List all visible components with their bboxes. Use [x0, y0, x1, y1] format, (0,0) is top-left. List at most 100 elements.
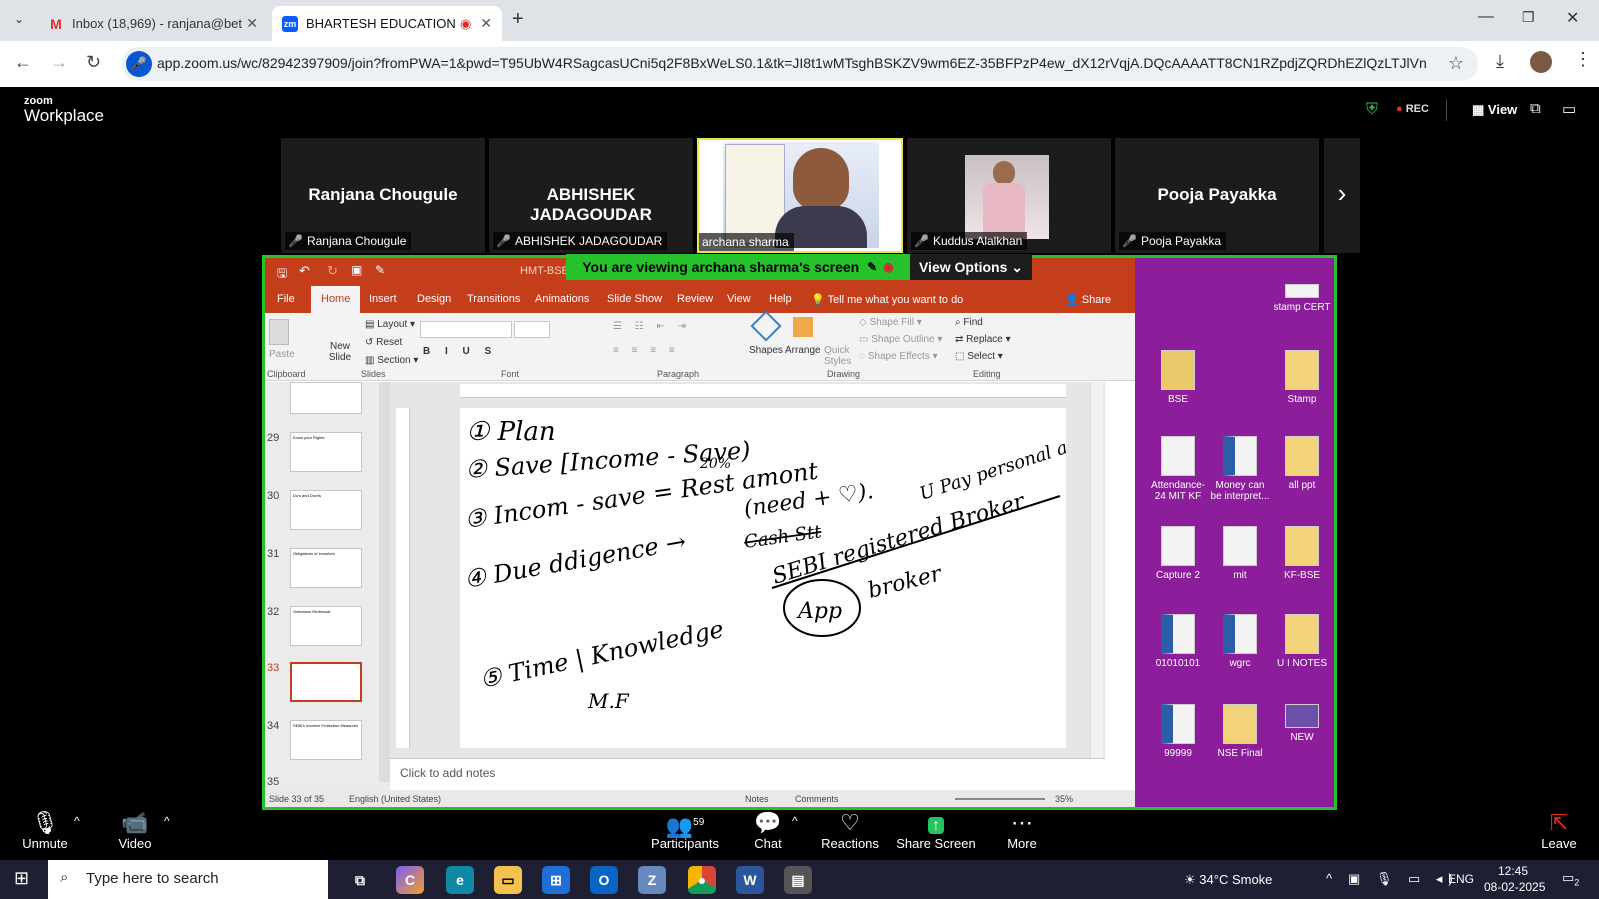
tell-me-box[interactable]: 💡 Tell me what you want to do — [811, 293, 963, 306]
restore-icon[interactable]: ❐ — [1522, 9, 1535, 26]
new-tab-button[interactable]: + — [512, 8, 524, 31]
align-buttons[interactable]: ≡ ≡ ≡ ≡ — [613, 345, 680, 356]
participant-tile[interactable]: ABHISHEK JADAGOUDAR 🎤 ABHISHEK JADAGOUDAR — [489, 138, 693, 253]
canvas-scrollbar[interactable] — [1090, 382, 1103, 767]
minimize-icon[interactable]: — — [1478, 8, 1494, 26]
word-icon[interactable]: W — [736, 866, 764, 894]
weather[interactable]: ☀ 34°C Smoke — [1184, 872, 1272, 888]
popout-icon[interactable]: ⧉ — [1530, 100, 1541, 117]
address-bar[interactable]: 🎤 app.zoom.us/wc/82942397909/join?fromPW… — [122, 47, 1478, 81]
close-window-icon[interactable]: ✕ — [1566, 8, 1579, 28]
chevron-up-icon[interactable]: ^ — [74, 814, 80, 828]
menu-view[interactable]: View — [727, 293, 751, 305]
task-view-icon[interactable]: ⧉ — [346, 866, 374, 894]
shield-icon[interactable]: ⛨ — [1366, 101, 1378, 119]
desktop-icon[interactable]: all ppt — [1271, 436, 1333, 491]
fullscreen-icon[interactable]: ▭ — [1562, 100, 1576, 118]
desktop-icon[interactable]: Capture 2 — [1147, 526, 1209, 581]
participant-tile[interactable]: Pooja Payakka 🎤 Pooja Payakka — [1115, 138, 1319, 253]
file-explorer-icon[interactable]: ▭ — [494, 866, 522, 894]
outlook-icon[interactable]: O — [590, 866, 618, 894]
slide-thumbnail-selected[interactable] — [290, 662, 362, 702]
menu-design[interactable]: Design — [417, 293, 451, 305]
reactions-button[interactable]: ♡ Reactions — [818, 810, 882, 851]
notes-toggle[interactable]: Notes — [745, 794, 769, 804]
notification-icon[interactable]: ▭2 — [1562, 870, 1579, 888]
slide-thumbnail[interactable]: Obligations of Investors — [290, 548, 362, 588]
tray-chevron-icon[interactable]: ^ — [1326, 871, 1332, 886]
shape-outline-button[interactable]: ▭ Shape Outline ▾ — [859, 334, 942, 345]
quick-styles-button[interactable]: Quick Styles — [824, 345, 854, 367]
bookmark-star-icon[interactable]: ☆ — [1448, 53, 1464, 74]
chat-button[interactable]: 💬 Chat — [748, 810, 788, 851]
slide[interactable]: ① Plan ② Save [Income - Save) 20% ③ Inco… — [460, 408, 1066, 748]
chevron-up-icon[interactable]: ^ — [164, 814, 170, 828]
desktop-icon[interactable]: mit — [1209, 526, 1271, 581]
edge-icon[interactable]: e — [446, 866, 474, 894]
desktop-icon[interactable]: Stamp — [1271, 350, 1333, 405]
desktop-icon[interactable]: Attendance-24 MIT KF — [1147, 436, 1209, 502]
clock-date[interactable]: 08-02-2025 — [1484, 880, 1545, 894]
desktop-icon[interactable]: KF-BSE — [1271, 526, 1333, 581]
shape-fill-button[interactable]: ◇ Shape Fill ▾ — [859, 317, 922, 328]
store-icon[interactable]: ⊞ — [542, 866, 570, 894]
forward-icon[interactable]: → — [50, 52, 68, 73]
desktop-icon[interactable]: NSE Final — [1209, 704, 1271, 759]
zoom-app-icon[interactable]: Z — [638, 866, 666, 894]
tray-icons[interactable]: ▣ 🎙 ▭ ◂) — [1348, 871, 1459, 887]
share-screen-button[interactable]: ↑ Share Screen — [894, 810, 978, 851]
back-icon[interactable]: ← — [14, 52, 32, 73]
replace-button[interactable]: ⇄ Replace ▾ — [955, 334, 1011, 345]
copilot-icon[interactable]: C — [396, 866, 424, 894]
taskbar-search[interactable]: ⌕ Type here to search — [48, 860, 328, 899]
save-icon[interactable]: 🖫 — [277, 264, 287, 285]
video-button[interactable]: 📹 Video — [110, 810, 160, 851]
font-size-box[interactable] — [514, 321, 550, 338]
desktop-icon[interactable]: Money can be interpret... — [1209, 436, 1271, 502]
section-button[interactable]: ▥ Section ▾ — [365, 355, 418, 366]
download-icon[interactable]: ⤓ — [1496, 51, 1504, 72]
chrome-icon[interactable]: ● — [688, 866, 716, 894]
find-button[interactable]: ⌕ Find — [955, 317, 983, 328]
share-button[interactable]: 👤 Share — [1065, 293, 1111, 306]
active-speaker-tile[interactable]: archana sharma — [697, 138, 903, 253]
profile-avatar[interactable] — [1530, 51, 1552, 73]
paragraph-buttons[interactable]: ☰ ☷ ⇤ ⇥ — [613, 321, 691, 332]
menu-kebab-icon[interactable]: ⋮ — [1574, 49, 1592, 70]
desktop-icon[interactable]: stamp CERT — [1271, 284, 1333, 313]
menu-animations[interactable]: Animations — [535, 293, 589, 305]
clock-time[interactable]: 12:45 — [1498, 864, 1528, 878]
layout-button[interactable]: ▤ Layout ▾ — [365, 319, 415, 330]
desktop-icon[interactable]: BSE — [1147, 350, 1209, 405]
paste-button[interactable]: Paste — [269, 349, 295, 360]
undo-icon[interactable]: ↶ — [299, 263, 310, 279]
leave-button[interactable]: ⇱ Leave — [1538, 810, 1580, 851]
close-icon[interactable]: ✕ — [246, 15, 258, 32]
close-icon[interactable]: ✕ — [480, 15, 492, 32]
notes-pane[interactable]: Click to add notes — [390, 758, 1105, 788]
comments-toggle[interactable]: Comments — [795, 794, 839, 804]
zoom-slider[interactable] — [955, 798, 1045, 800]
desktop-icon[interactable]: 99999 — [1147, 704, 1209, 759]
view-button[interactable]: ▦ View — [1472, 102, 1517, 118]
reload-icon[interactable]: ↻ — [86, 52, 101, 73]
chevron-up-icon[interactable]: ^ — [792, 814, 798, 828]
menu-help[interactable]: Help — [769, 293, 792, 305]
thumbs-scrollbar[interactable] — [379, 382, 390, 782]
slide-thumbnail[interactable]: SEBI's Investor Protection Measures — [290, 720, 362, 760]
desktop-icon[interactable]: 01010101 — [1147, 614, 1209, 669]
new-slide-button[interactable]: New Slide — [327, 341, 353, 363]
desktop-icon[interactable]: wgrc — [1209, 614, 1271, 669]
slide-thumbnail[interactable]: Know your Rights — [290, 432, 362, 472]
tab-gmail[interactable]: M Inbox (18,969) - ranjana@betg ✕ — [38, 6, 268, 41]
menu-file[interactable]: File — [277, 293, 295, 305]
windows-start-icon[interactable]: ⊞ — [14, 868, 29, 889]
menu-home[interactable]: Home — [311, 286, 361, 313]
menu-transitions[interactable]: Transitions — [467, 293, 520, 305]
reset-button[interactable]: ↺ Reset — [365, 337, 402, 348]
desktop-icon[interactable]: NEW — [1271, 704, 1333, 743]
slide-thumbnail[interactable] — [290, 382, 362, 414]
participant-tile[interactable]: 🎤 Kuddus Alalkhan — [907, 138, 1111, 253]
next-page-button[interactable]: › — [1324, 138, 1360, 253]
shape-effects-button[interactable]: ◌ Shape Effects ▾ — [859, 351, 938, 362]
